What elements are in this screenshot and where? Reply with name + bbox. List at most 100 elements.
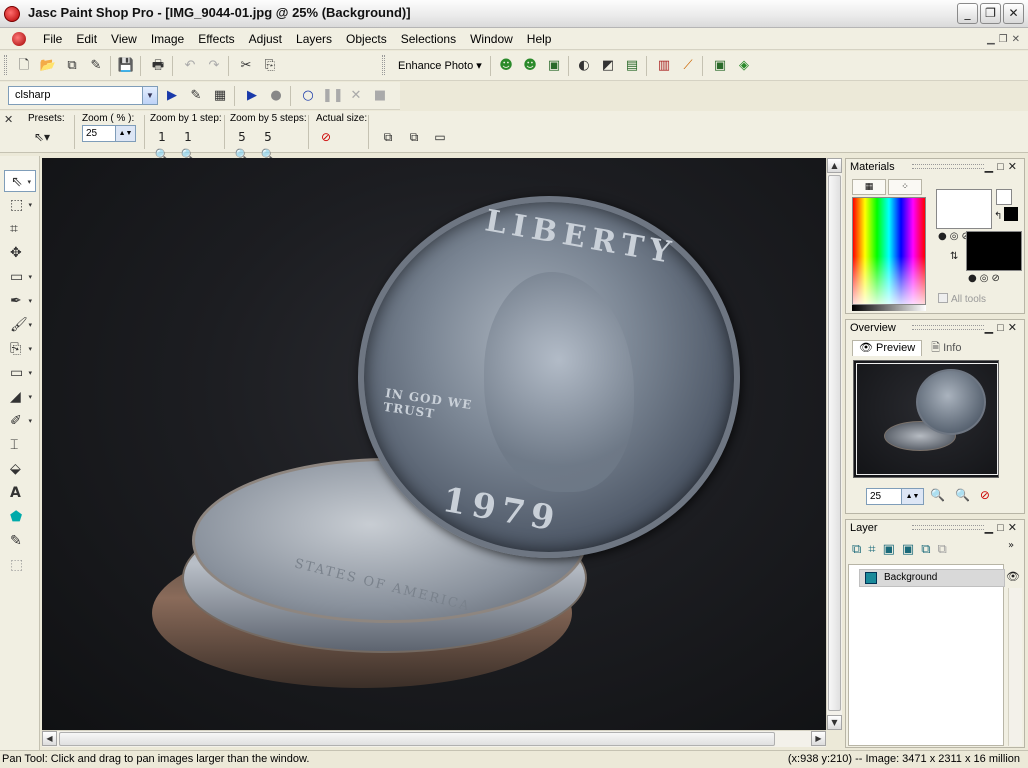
preview-viewport-frame[interactable] [856,363,998,475]
menu-file[interactable]: File [36,32,69,46]
color-style-icon[interactable]: ● [938,231,950,242]
color-style-icon[interactable]: ● [968,273,980,284]
pattern-style-icon[interactable]: ◎ [980,273,992,284]
picture-tube-icon[interactable]: ⌶ [4,434,36,456]
doc-minimize-icon[interactable]: ▁ [987,34,995,45]
transparent-icon[interactable]: ⊘ [991,273,1002,284]
photo-fix-icon[interactable]: ▣ [544,56,564,76]
levels-icon[interactable]: ▤ [622,56,642,76]
vertical-scrollbar[interactable]: ▲ ▼ [826,158,842,730]
zoom-spinner-icon[interactable]: ▲▼ [115,126,135,141]
chevron-down-icon[interactable]: ▼ [142,87,157,104]
menu-adjust[interactable]: Adjust [242,32,289,46]
actual-size-icon[interactable]: ⊘ [980,488,1000,502]
overview-preview[interactable] [853,360,999,478]
red-eye-icon[interactable]: ☻ [496,56,516,76]
document-icon[interactable] [12,32,26,46]
new-adjustment-layer-icon[interactable]: ▣ [902,542,921,557]
foreground-swatch[interactable] [936,189,992,229]
fit-window-icon[interactable]: ⧉ [378,128,398,146]
menu-image[interactable]: Image [144,32,191,46]
toolbar-grip[interactable] [382,55,385,75]
effects-browser-icon[interactable]: ▣ [710,56,730,76]
palette-grip[interactable] [912,325,984,330]
doc-restore-icon[interactable]: ❐ [999,34,1008,45]
horizontal-scroll-thumb[interactable] [59,732,775,746]
minimize-icon[interactable]: ▁ [985,522,997,534]
close-icon[interactable]: ✕ [1008,522,1021,534]
redo-icon[interactable]: ↷ [204,56,224,76]
dodge-tool-icon[interactable]: ◢ ▾ [4,386,36,408]
new-vector-layer-icon[interactable]: ⌗ [868,542,882,557]
move-tool-icon[interactable]: ✥ [4,242,36,264]
start-recording-icon[interactable]: ○ [298,86,318,106]
minimize-button[interactable]: _ [957,3,978,24]
pan-tool-icon[interactable]: ⇖ ▾ [4,170,36,192]
histogram-icon[interactable]: ▥ [654,56,674,76]
menu-edit[interactable]: Edit [69,32,104,46]
close-button[interactable]: ✕ [1003,3,1024,24]
maximize-icon[interactable]: □ [997,522,1008,534]
zoom-in-5-icon[interactable]: 5🔍 [258,128,278,162]
tab-info[interactable]: 🗎 Info [925,341,967,357]
zoom-out-icon[interactable]: 🔍 [930,488,955,502]
cancel-icon[interactable]: ✕ [346,86,366,106]
undo-icon[interactable]: ↶ [180,56,200,76]
toolbar-grip[interactable] [4,55,7,75]
color-balance-icon[interactable]: ◐ [574,56,594,76]
pattern-style-icon[interactable]: ◎ [950,231,962,242]
menu-objects[interactable]: Objects [339,32,394,46]
record-icon[interactable]: ● [266,86,286,106]
scroll-left-icon[interactable]: ◀ [42,731,57,746]
retouch-icon[interactable]: ☻ [520,56,540,76]
paint-brush-icon[interactable]: 🖌 ▾ [4,314,36,336]
dropper-tool-icon[interactable]: ✒ ▾ [4,290,36,312]
zoom-in-1-icon[interactable]: 1🔍 [178,128,198,162]
minimize-icon[interactable]: ▁ [985,322,997,334]
more-options-icon[interactable]: » [1008,540,1017,551]
layer-row-background[interactable]: Background [859,569,1005,587]
marquee-tool-icon[interactable]: ▭ ▾ [4,266,36,288]
grayscale-strip[interactable] [852,305,926,311]
edit-script-icon[interactable]: ✎ [186,86,206,106]
horizontal-scrollbar[interactable]: ◀ ▶ [42,730,826,747]
tab-preview[interactable]: 👁 Preview [852,340,923,356]
minimize-icon[interactable]: ▁ [985,161,997,173]
palette-grip[interactable] [912,525,984,530]
browse-icon[interactable]: ⧉ [62,56,82,76]
scroll-right-icon[interactable]: ▶ [811,731,826,746]
palette-grip[interactable] [912,164,984,169]
vertical-scroll-thumb[interactable] [828,175,841,711]
flood-fill-icon[interactable]: ⬙ [4,458,36,480]
zoom-spinner-icon[interactable]: ▲▼ [901,489,923,504]
layer-vertical-scrollbar[interactable] [1008,588,1022,746]
menu-view[interactable]: View [104,32,144,46]
contrast-icon[interactable]: ◩ [598,56,618,76]
zoom-out-1-icon[interactable]: 1🔍 [152,128,172,162]
materials-title-bar[interactable]: Materials ▁□✕ [846,159,1024,175]
close-icon[interactable]: ✕ [1008,322,1021,334]
object-selector-icon[interactable]: ⬚ [4,554,36,576]
swatches-tab-icon[interactable]: ⁘ [888,179,922,195]
zoom-in-icon[interactable]: 🔍 [955,488,980,502]
actual-size-icon[interactable]: ⊘ [316,128,336,146]
menu-help[interactable]: Help [520,32,559,46]
new-file-icon[interactable]: 🗋 [14,56,34,76]
delete-layer-icon[interactable]: ⧉ [938,542,954,557]
clone-brush-icon[interactable]: ⎘ ▾ [4,338,36,360]
print-icon[interactable]: 🖶 [148,56,168,76]
text-tool-icon[interactable]: A [4,482,36,504]
scroll-up-icon[interactable]: ▲ [827,158,842,173]
run-script-icon[interactable]: ▶ [162,86,182,106]
background-swatch[interactable] [966,231,1022,271]
rainbow-tab-icon[interactable]: ▦ [852,179,886,195]
fit-image-icon[interactable]: ⧉ [404,128,424,146]
preset-shape-icon[interactable]: ⬟ [4,506,36,528]
maximize-icon[interactable]: □ [997,322,1008,334]
scan-icon[interactable]: ✎ [86,56,106,76]
scratch-remover-icon[interactable]: ▭ ▾ [4,362,36,384]
full-screen-icon[interactable]: ▭ [430,128,450,146]
color-spectrum[interactable] [852,197,926,305]
menu-effects[interactable]: Effects [191,32,241,46]
curves-icon[interactable]: ⟋ [678,56,698,76]
